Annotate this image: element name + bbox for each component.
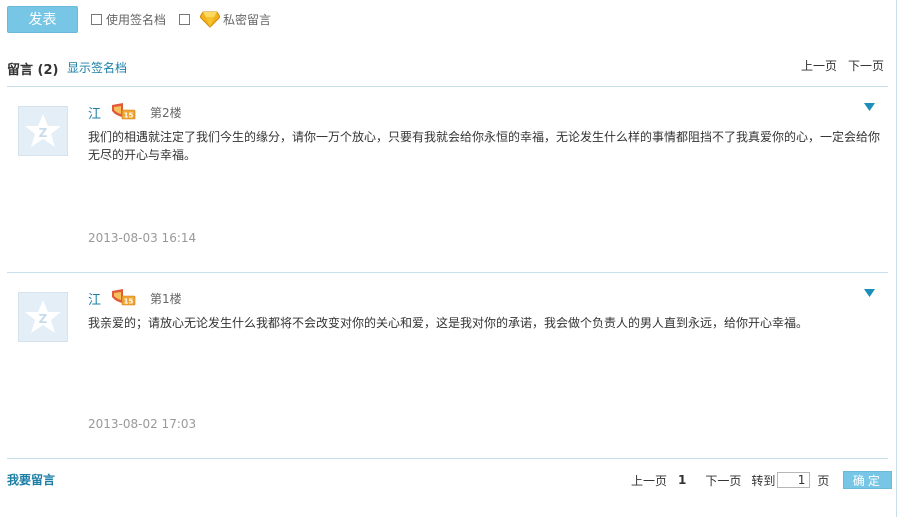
current-page: 1 [678, 473, 687, 487]
message-count-title: 留言 (2) [7, 63, 59, 78]
comment-item: Z 江 15 第1楼 我亲爱的；请放心无论发生什么我都将不会改变对你的关心和爱，… [7, 272, 888, 458]
page-unit-label: 页 [817, 473, 830, 488]
page-number-input[interactable] [777, 472, 811, 488]
comment-author[interactable]: 江 [88, 289, 101, 308]
comment-content: 我亲爱的；请放心无论发生什么我都将不会改变对你的关心和爱，这是我对你的承诺，我会… [88, 316, 809, 330]
prev-page-link[interactable]: 上一页 [801, 57, 837, 74]
avatar[interactable]: Z [18, 292, 68, 342]
vip-badge-icon: 15 [112, 289, 136, 306]
goto-label: 转到 [751, 473, 776, 488]
use-signature-label: 使用签名档 [106, 12, 167, 27]
prev-page-link[interactable]: 上一页 [631, 472, 667, 489]
show-signature-link[interactable]: 显示签名档 [67, 59, 127, 76]
publish-button[interactable]: 发表 [7, 5, 78, 33]
use-signature-checkbox[interactable] [91, 13, 102, 25]
dropdown-menu-icon[interactable] [864, 103, 875, 112]
default-avatar-icon: Z [25, 114, 61, 147]
next-page-link[interactable]: 下一页 [848, 57, 884, 74]
dropdown-menu-icon[interactable] [864, 289, 875, 298]
confirm-button[interactable]: 确定 [843, 471, 893, 489]
use-signature-option[interactable]: 使用签名档 [91, 11, 166, 28]
divider [7, 458, 888, 459]
comment-time: 2013-08-02 17:03 [88, 417, 197, 431]
page-edge [896, 0, 897, 517]
comment-content: 我们的相遇就注定了我们今生的缘分，请你一万个放心，只要有我就会给你永恒的幸福，无… [88, 130, 881, 162]
svg-text:15: 15 [124, 298, 134, 306]
top-pager: 上一页 下一页 [801, 57, 884, 74]
comment-author[interactable]: 江 [88, 103, 101, 122]
avatar[interactable]: Z [18, 106, 68, 156]
comment-item: Z 江 15 第2楼 我们的相遇就注定了我们今生的缘分，请你一万个放心，只要有我… [7, 86, 888, 272]
default-avatar-icon: Z [25, 300, 61, 333]
svg-text:15: 15 [124, 112, 134, 120]
leave-message-link[interactable]: 我要留言 [7, 471, 55, 488]
svg-text:Z: Z [39, 312, 48, 326]
diamond-icon [200, 11, 221, 28]
compose-toolbar: 发表 使用签名档 私密留言 [7, 5, 271, 33]
bottom-pager: 上一页 1 下一页 转到 页 确定 [631, 471, 893, 489]
floor-number: 第1楼 [150, 292, 182, 306]
private-message-checkbox[interactable] [179, 13, 191, 25]
svg-text:Z: Z [39, 126, 48, 140]
private-message-label: 私密留言 [223, 12, 272, 27]
private-message-option[interactable]: 私密留言 [179, 11, 271, 28]
vip-badge-icon: 15 [112, 103, 136, 120]
floor-number: 第2楼 [150, 106, 182, 120]
comment-time: 2013-08-03 16:14 [88, 231, 197, 245]
next-page-link[interactable]: 下一页 [705, 472, 741, 489]
